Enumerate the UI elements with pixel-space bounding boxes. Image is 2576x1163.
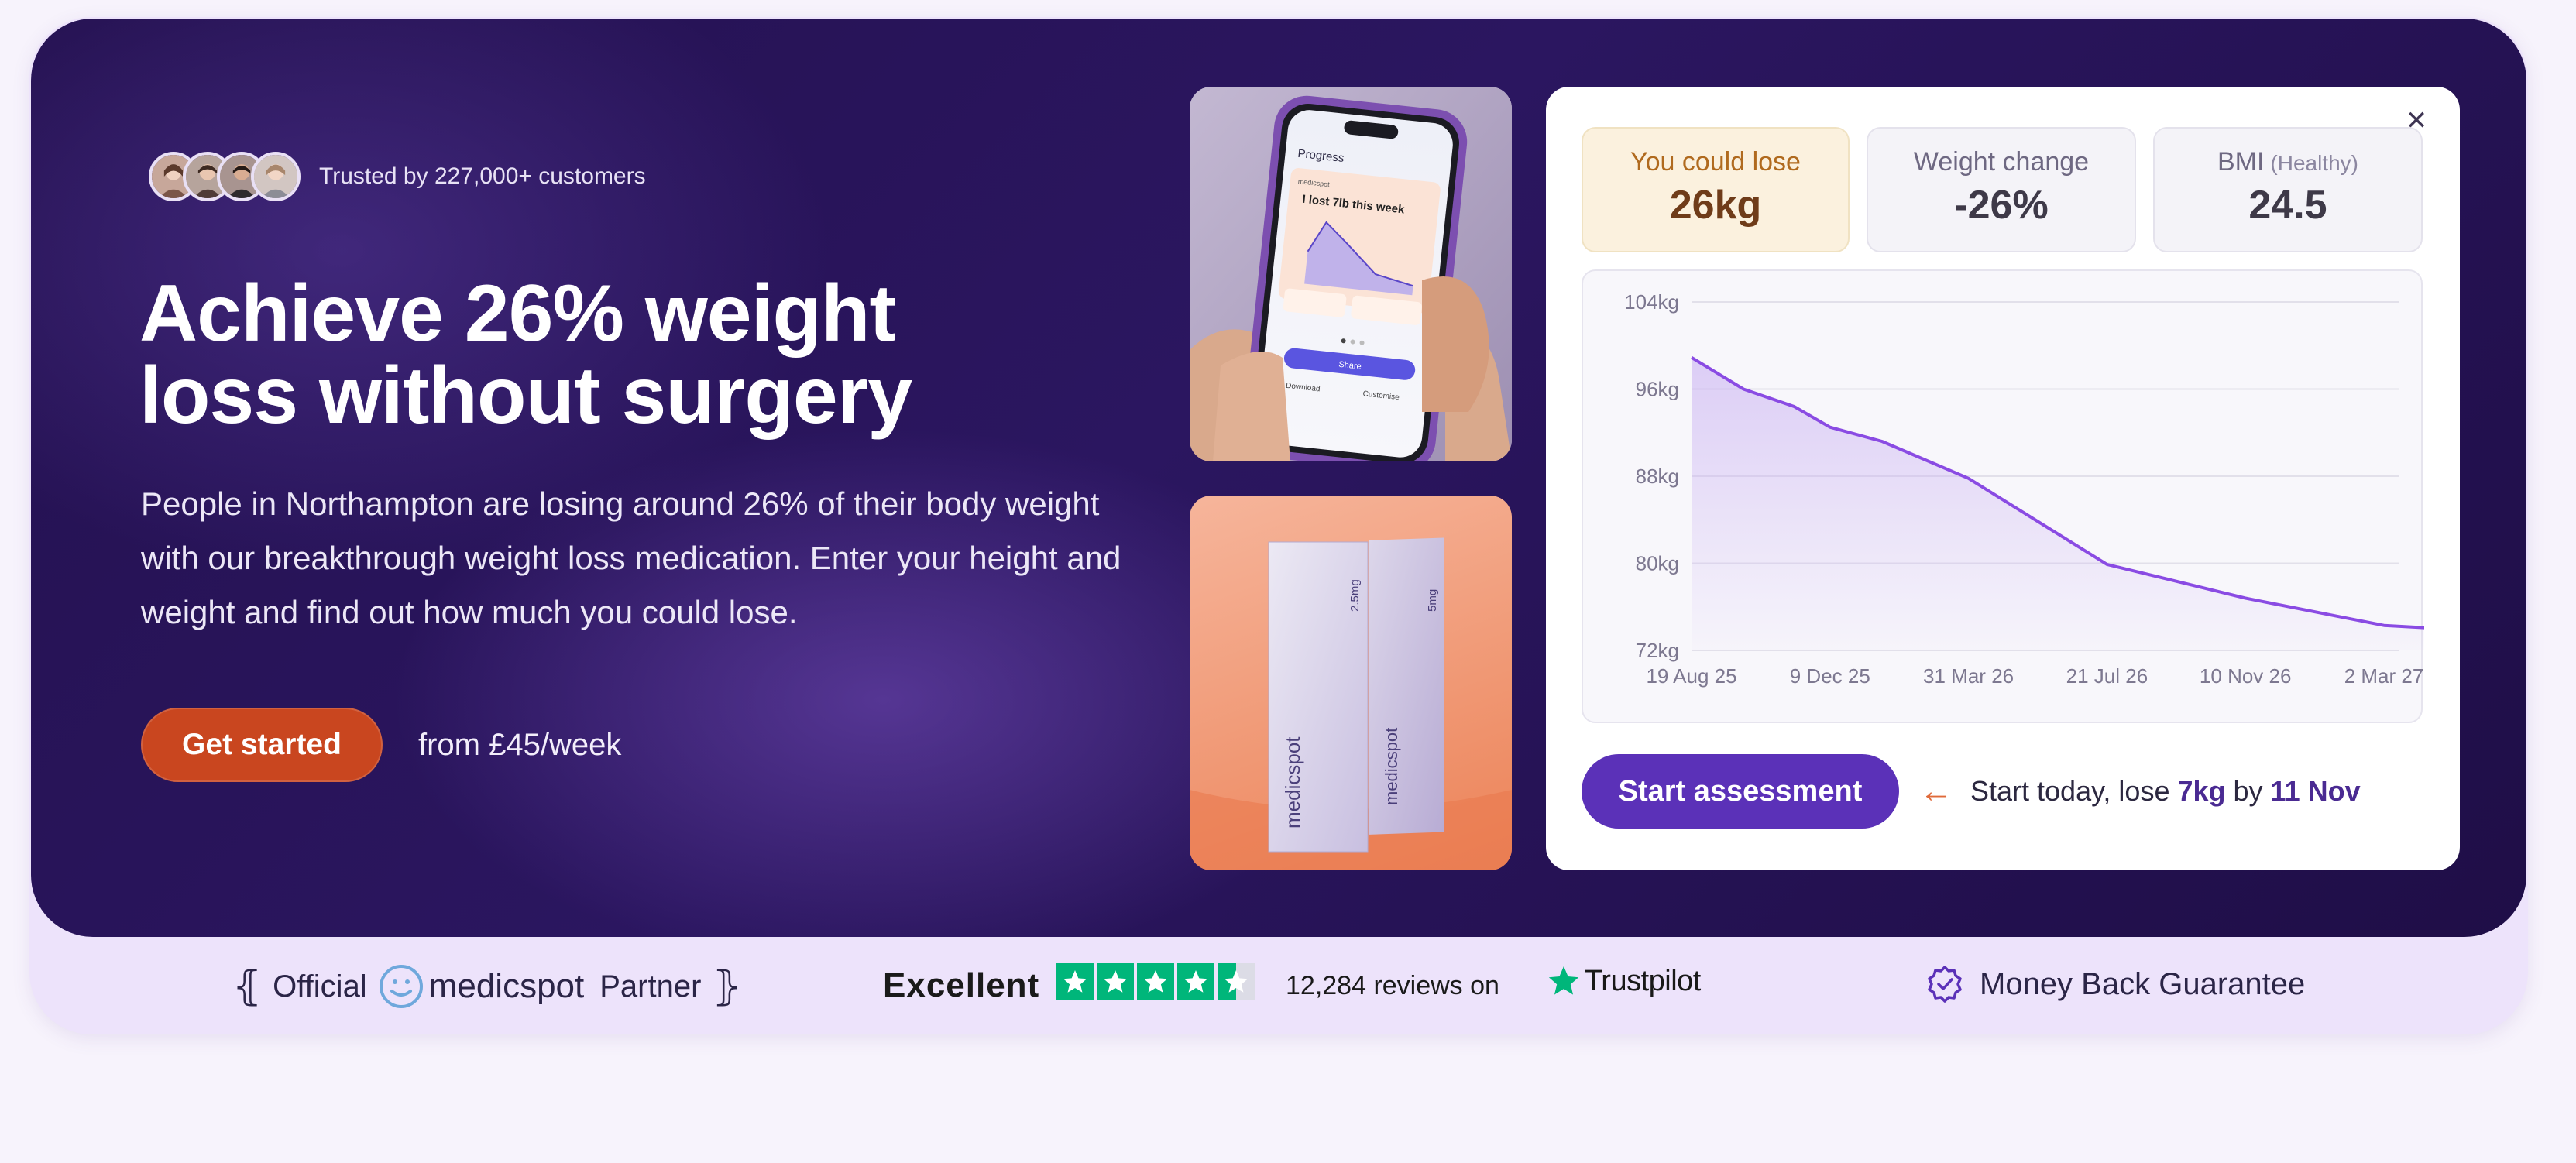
y-tick-label: 72kg [1636,639,1679,662]
hero-banner: Trusted by 227,000+ customers Achieve 26… [31,19,2526,937]
hero-cta-row: Get started from £45/week [141,708,621,782]
arrow-left-icon: ← [1919,772,1953,810]
partner-brand: medicspot [428,967,585,1005]
rating-label: Excellent [883,966,1040,1004]
trust-strip: ⦃ Official medicspot Partner ⦄ Excellent… [29,937,2528,1034]
trustpilot-name: Trustpilot [1585,964,1701,997]
page-title: Achieve 26% weight loss without surgery [139,273,1069,437]
money-back-label: Money Back Guarantee [1980,966,2306,1001]
medication-box-photo: medicspot 2.5mg medicspot 5mg [1190,496,1512,870]
laurel-right-icon: ⦄ [712,964,742,1009]
star-half-icon [1218,963,1255,1000]
promise-mid: by [2225,775,2271,807]
stat-weight-change: Weight change -26% [1867,127,2136,252]
money-back-badge: Money Back Guarantee [1925,965,2305,1003]
stat-value: -26% [1954,183,2049,228]
weight-loss-promise: Start today, lose 7kg by 11 Nov [1970,775,2361,808]
stat-value: 24.5 [2248,183,2327,228]
star-icon [1137,963,1174,1000]
customer-avatars [149,152,301,201]
box-brand-front: medicspot [1281,736,1304,829]
phone-app-photo: Progress medicspot I lost 7lb this week … [1190,87,1512,461]
stat-label: Weight change [1913,147,2090,177]
promise-date: 11 Nov [2270,775,2361,807]
trustpilot-logo[interactable]: Trustpilot [1546,963,1701,999]
headline-line-1: Achieve 26% weight [139,269,896,359]
star-icon [1097,963,1134,1000]
weight-loss-calculator: ✕ You could lose 26kg Weight change -26%… [1546,87,2460,870]
weight-area-fill [1692,357,2424,650]
bmi-label: BMI [2217,147,2265,177]
medicspot-logo-icon [379,965,423,1008]
star-icon [1056,963,1094,1000]
partner-label: Partner [599,969,702,1003]
x-tick-label: 21 Jul 26 [2066,664,2148,688]
hero-description: People in Northampton are losing around … [141,485,1121,630]
x-tick-label: 19 Aug 25 [1646,664,1736,688]
trustpilot-stars [1056,963,1258,1000]
y-tick-label: 96kg [1636,378,1679,401]
promise-amount: 7kg [2177,775,2226,807]
stat-could-lose: You could lose 26kg [1582,127,1850,252]
box-dose-front: 2.5mg [1348,579,1362,612]
headline-line-2: loss without surgery [139,351,912,441]
star-icon [1177,963,1214,1000]
box-dose-back: 5mg [1426,589,1439,612]
y-tick-label: 104kg [1624,290,1679,314]
assessment-row: Start assessment ← Start today, lose 7kg… [1582,754,2361,829]
box-brand-back: medicspot [1382,728,1401,805]
price-text: from £45/week [418,727,622,762]
x-tick-label: 10 Nov 26 [2200,664,2292,688]
x-tick-label: 2 Mar 27 [2344,664,2424,688]
weight-chart-svg: 104kg 96kg 88kg 80kg 72kg19 Aug 25 9 Dec 25 31… [1624,290,2424,688]
verified-badge-icon [1928,966,1962,1003]
get-started-button[interactable]: Get started [141,708,383,782]
weight-chart: 104kg 96kg 88kg 80kg 72kg 19 Aug 25 9 Dec 25 31… [1582,269,2424,723]
stat-bmi: BMI (Healthy) 24.5 [2153,127,2423,252]
stat-label: BMI (Healthy) [2155,147,2421,177]
x-tick-label: 9 Dec 25 [1790,664,1870,688]
stat-label: You could lose [1630,147,1801,177]
promise-prefix: Start today, lose [1970,775,2178,807]
stat-value: 26kg [1669,183,1762,228]
official-partner-badge: ⦃ Official medicspot Partner ⦄ [232,963,742,1010]
y-tick-label: 80kg [1636,552,1679,575]
review-count: 12,284 reviews on [1286,971,1499,1000]
x-tick-label: 31 Mar 26 [1923,664,2014,688]
trustpilot-star-icon [1548,966,1579,995]
y-tick-label: 88kg [1636,465,1679,488]
bmi-category: (Healthy) [2270,151,2359,175]
official-label: Official [273,969,367,1003]
laurel-left-icon: ⦃ [232,964,263,1009]
trusted-text: Trusted by 227,000+ customers [319,163,646,189]
start-assessment-button[interactable]: Start assessment [1582,754,1899,829]
avatar [251,152,301,201]
trusted-badge: Trusted by 227,000+ customers [149,152,646,201]
